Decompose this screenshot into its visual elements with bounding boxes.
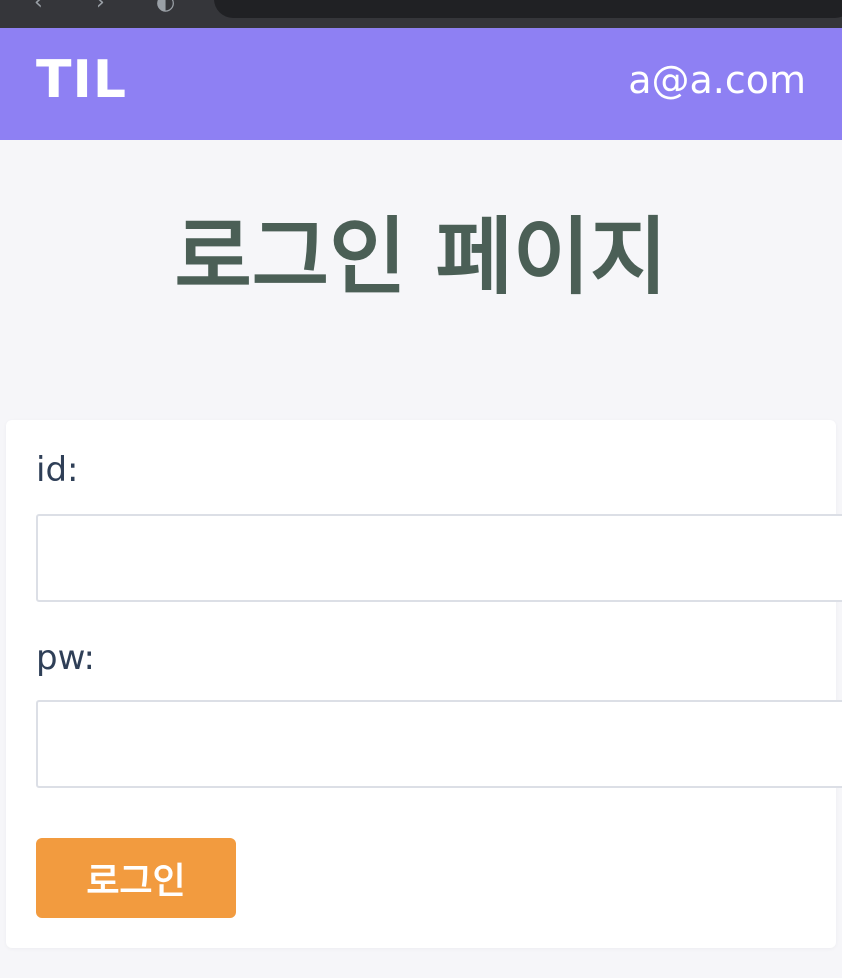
id-input[interactable] [36,514,842,602]
back-icon[interactable]: ‹ [34,0,43,15]
pw-label: pw: [36,638,95,678]
id-label: id: [36,450,79,490]
browser-toolbar: ‹ › ◐ [0,0,842,28]
reload-icon[interactable]: ◐ [156,0,175,15]
forward-icon[interactable]: › [96,0,105,15]
brand-logo[interactable]: TIL [36,50,127,110]
address-bar[interactable] [214,0,842,18]
pw-input[interactable] [36,700,842,788]
user-email[interactable]: a@a.com [628,58,806,102]
app-header: TIL a@a.com [0,28,842,140]
login-form: id: pw: 로그인 [6,420,842,948]
page-title: 로그인 페이지 [174,208,668,306]
login-button[interactable]: 로그인 [36,838,236,918]
